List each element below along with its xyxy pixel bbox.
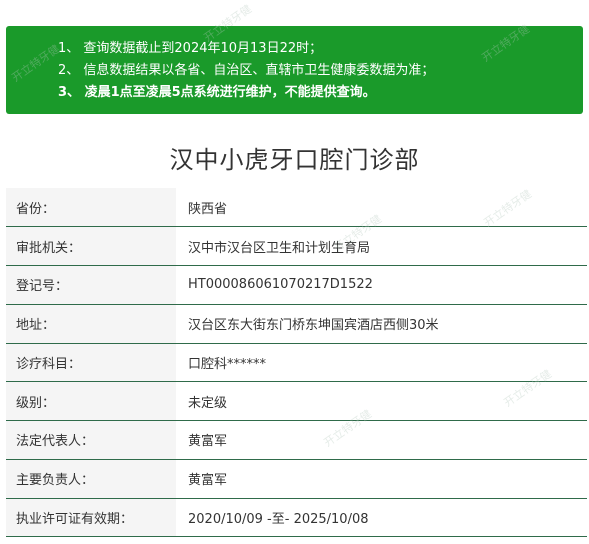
row-value-level: 未定级 bbox=[176, 381, 587, 421]
clinic-info-table: 省份： 陕西省 审批机关： 汉中市汉台区卫生和计划生育局 登记号： HT0000… bbox=[6, 188, 587, 538]
notice-line-3: 3、 凌晨1点至凌晨5点系统进行维护，不能提供查询。 bbox=[58, 85, 376, 100]
row-label-address: 地址： bbox=[6, 304, 176, 344]
notice-line-2: 2、 信息数据结果以各省、自治区、直辖市卫生健康委数据为准； bbox=[58, 63, 435, 78]
row-value-approval-authority: 汉中市汉台区卫生和计划生育局 bbox=[176, 226, 587, 266]
row-label-departments: 诊疗科目： bbox=[6, 343, 176, 383]
row-value-address: 汉台区东大街东门桥东坤国宾酒店西侧30米 bbox=[176, 304, 587, 344]
table-row: 地址： 汉台区东大街东门桥东坤国宾酒店西侧30米 bbox=[6, 304, 587, 344]
row-value-registration-number: HT000086061070217D1522 bbox=[176, 265, 587, 305]
table-row: 执业许可证有效期： 2020/10/09 -至- 2025/10/08 bbox=[6, 498, 587, 538]
table-row: 审批机关： 汉中市汉台区卫生和计划生育局 bbox=[6, 226, 587, 266]
table-row: 诊疗科目： 口腔科****** bbox=[6, 343, 587, 383]
row-value-departments: 口腔科****** bbox=[176, 343, 587, 383]
row-label-license-validity: 执业许可证有效期： bbox=[6, 498, 176, 538]
table-row: 级别： 未定级 bbox=[6, 381, 587, 421]
row-label-approval-authority: 审批机关： bbox=[6, 226, 176, 266]
clinic-name-title: 汉中小虎牙口腔门诊部 bbox=[169, 146, 420, 174]
table-row: 主要负责人： 黄富军 bbox=[6, 459, 587, 499]
row-value-principal: 黄富军 bbox=[176, 459, 587, 499]
row-value-license-validity: 2020/10/09 -至- 2025/10/08 bbox=[176, 498, 587, 538]
row-value-legal-representative: 黄富军 bbox=[176, 420, 587, 460]
table-row: 登记号： HT000086061070217D1522 bbox=[6, 265, 587, 305]
row-label-principal: 主要负责人： bbox=[6, 459, 176, 499]
row-label-province: 省份： bbox=[6, 188, 176, 228]
table-row: 法定代表人： 黄富军 bbox=[6, 420, 587, 460]
notice-line-1: 1、 查询数据截止到2024年10月13日22时； bbox=[58, 41, 323, 56]
row-label-legal-representative: 法定代表人： bbox=[6, 420, 176, 460]
notice-banner: 1、 查询数据截止到2024年10月13日22时； 2、 信息数据结果以各省、自… bbox=[6, 26, 583, 114]
row-label-level: 级别： bbox=[6, 381, 176, 421]
row-label-registration-number: 登记号： bbox=[6, 265, 176, 305]
row-value-province: 陕西省 bbox=[176, 188, 587, 228]
table-row: 省份： 陕西省 bbox=[6, 188, 587, 228]
